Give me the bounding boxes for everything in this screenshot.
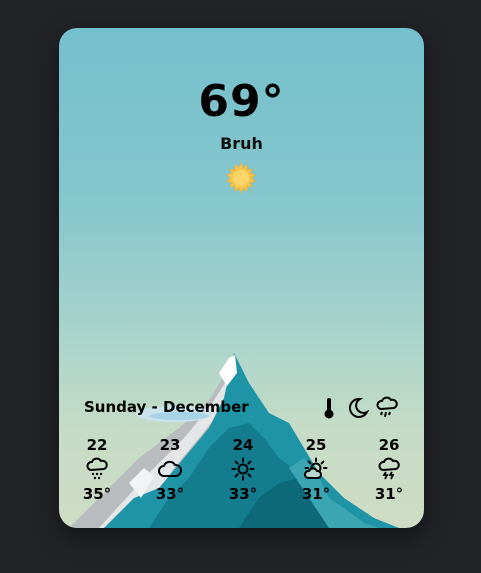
mode-toggle-group xyxy=(317,395,399,421)
forecast-day-number: 22 xyxy=(86,436,108,454)
forecast-day-number: 25 xyxy=(305,436,327,454)
sun-icon xyxy=(231,457,255,481)
forecast-day: 26 31° xyxy=(369,436,409,503)
partly-sunny-icon xyxy=(304,457,328,479)
forecast-day: 25 31° xyxy=(296,436,336,503)
rain-cloud-icon[interactable] xyxy=(375,396,399,420)
snow-cloud-icon xyxy=(86,457,108,480)
sun-icon xyxy=(226,162,256,194)
thermometer-icon[interactable] xyxy=(317,396,341,420)
forecast-day: 23 33° xyxy=(150,436,190,503)
forecast-day-number: 24 xyxy=(232,436,254,454)
date-label: Sunday - December xyxy=(84,398,249,416)
forecast-day-number: 23 xyxy=(159,436,181,454)
moon-icon[interactable] xyxy=(346,396,370,420)
forecast-day: 24 33° xyxy=(223,436,263,503)
forecast-row: 22 35° 23 33° 24 33° 25 31° 26 31° xyxy=(77,436,409,511)
cloud-icon xyxy=(158,460,182,477)
forecast-day-number: 26 xyxy=(378,436,400,454)
current-condition: Bruh xyxy=(220,134,263,153)
forecast-temp: 31° xyxy=(301,485,331,503)
forecast-temp: 35° xyxy=(82,485,112,503)
forecast-temp: 33° xyxy=(228,485,258,503)
forecast-day: 22 35° xyxy=(77,436,117,503)
weather-card: 69° Bruh Sunday - December 22 35° 23 33°… xyxy=(59,28,424,528)
thunderstorm-icon xyxy=(378,457,400,480)
forecast-temp: 31° xyxy=(374,485,404,503)
current-temperature: 69° xyxy=(198,76,285,127)
forecast-temp: 33° xyxy=(155,485,185,503)
